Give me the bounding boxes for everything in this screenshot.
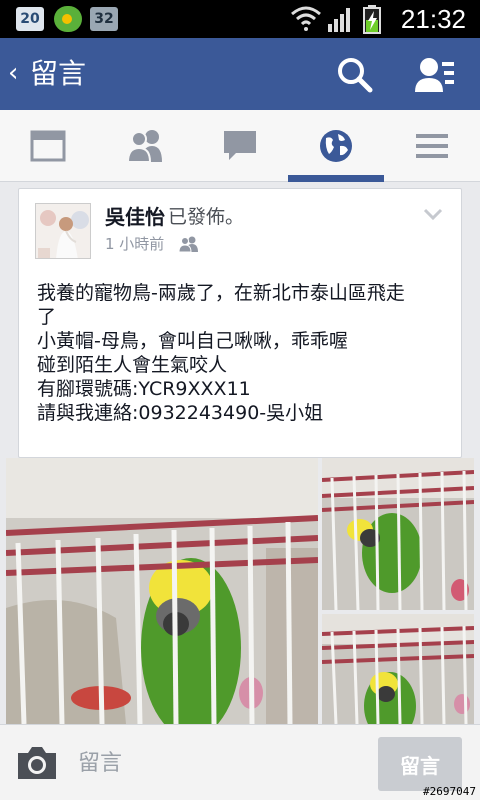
post-text-line: 了 bbox=[37, 306, 57, 328]
post-text-line: 碰到陌生人會生氣咬人 bbox=[37, 354, 228, 376]
post-text-line: 請與我連絡:0932243490-吳小姐 bbox=[37, 402, 324, 424]
clover-app-icon bbox=[54, 6, 82, 32]
app-header: ‹ 留言 bbox=[0, 38, 480, 110]
avatar[interactable] bbox=[35, 203, 91, 259]
status-icons bbox=[291, 5, 381, 34]
post-text-line: 有腳環號碼:YCR9XXX11 bbox=[37, 378, 251, 400]
comment-input[interactable] bbox=[78, 743, 358, 783]
calendar-icon: 20 bbox=[16, 7, 44, 31]
wifi-icon bbox=[291, 6, 321, 31]
friend-requests-icon bbox=[415, 58, 454, 92]
feed-content: 吳佳怡 已發佈。 1 小時前 我養的寵物鳥-兩歲了，在新北市泰山區飛走 了 小黃… bbox=[0, 182, 480, 724]
messages-icon bbox=[224, 131, 256, 160]
tab-menu[interactable] bbox=[384, 110, 480, 182]
post-author[interactable]: 吳佳怡 bbox=[105, 203, 165, 231]
watermark: #2697047 bbox=[423, 785, 476, 798]
menu-icon bbox=[416, 134, 448, 158]
tab-messages[interactable] bbox=[192, 110, 288, 182]
news-feed-icon bbox=[30, 130, 66, 162]
camera-button[interactable] bbox=[14, 743, 60, 783]
post-text-line: 小黃帽-母鳥，會叫自己啾啾，乖乖喔 bbox=[37, 330, 348, 352]
camera-icon bbox=[18, 747, 56, 779]
clock: 21:32 bbox=[400, 4, 466, 34]
post-text-line: 我養的寵物鳥-兩歲了，在新北市泰山區飛走 bbox=[37, 282, 405, 304]
chevron-left-icon[interactable]: ‹ bbox=[8, 58, 18, 88]
post-action: 已發佈。 bbox=[168, 206, 245, 228]
search-icon bbox=[338, 58, 373, 93]
tab-bar bbox=[0, 110, 480, 182]
post-timestamp[interactable]: 1 小時前 bbox=[105, 233, 164, 255]
parrot-in-cage-photo[interactable] bbox=[6, 458, 318, 724]
tab-notifications[interactable] bbox=[288, 110, 384, 182]
comment-composer: 留言 #2697047 bbox=[0, 724, 480, 800]
page-title[interactable]: 留言 bbox=[30, 56, 86, 92]
friends-audience-icon[interactable] bbox=[179, 236, 199, 252]
friend-requests-button[interactable] bbox=[412, 52, 458, 98]
post-comment-button[interactable]: 留言 bbox=[378, 737, 462, 791]
chevron-down-icon[interactable] bbox=[423, 207, 443, 221]
tab-friends[interactable] bbox=[96, 110, 192, 182]
search-button[interactable] bbox=[332, 52, 378, 98]
post-photos bbox=[6, 458, 474, 724]
parrot-in-cage-photo[interactable] bbox=[322, 614, 474, 724]
notification-count-icon: 32 bbox=[90, 7, 118, 31]
globe-icon bbox=[320, 130, 352, 162]
profile-photo bbox=[36, 204, 90, 258]
status-bar: 20 32 21:32 bbox=[0, 0, 480, 38]
friends-icon bbox=[126, 130, 162, 163]
post-card: 吳佳怡 已發佈。 1 小時前 我養的寵物鳥-兩歲了，在新北市泰山區飛走 了 小黃… bbox=[18, 188, 462, 458]
post-body: 我養的寵物鳥-兩歲了，在新北市泰山區飛走 了 小黃帽-母鳥，會叫自己啾啾，乖乖喔… bbox=[37, 281, 447, 425]
tab-news-feed[interactable] bbox=[0, 110, 96, 182]
signal-icon bbox=[328, 8, 350, 32]
battery-charging-icon bbox=[363, 5, 381, 34]
parrot-in-cage-photo[interactable] bbox=[322, 458, 474, 610]
